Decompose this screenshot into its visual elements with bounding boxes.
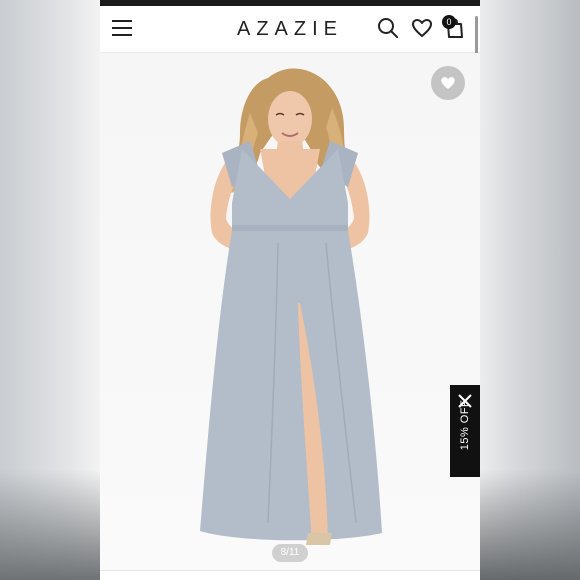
shopping-bag-icon[interactable]: 0 <box>442 15 466 40</box>
cart-count-badge: 0 <box>442 15 456 29</box>
heart-icon[interactable] <box>410 16 434 40</box>
product-image[interactable] <box>100 53 480 575</box>
product-photo <box>200 68 382 545</box>
backdrop-right-shadow <box>480 470 580 580</box>
page-footer-edge <box>100 570 480 580</box>
mobile-screen: AZAZIE 0 15% OFF 8/11 <box>100 0 480 580</box>
gallery-counter: 8/11 <box>272 544 308 562</box>
site-header: AZAZIE 0 <box>100 6 480 100</box>
discount-popup-tab[interactable]: 15% OFF <box>450 385 480 477</box>
search-icon[interactable] <box>376 16 400 40</box>
backdrop-left-shadow <box>0 470 100 580</box>
heart-icon[interactable] <box>431 66 465 100</box>
discount-label[interactable]: 15% OFF <box>452 379 478 471</box>
